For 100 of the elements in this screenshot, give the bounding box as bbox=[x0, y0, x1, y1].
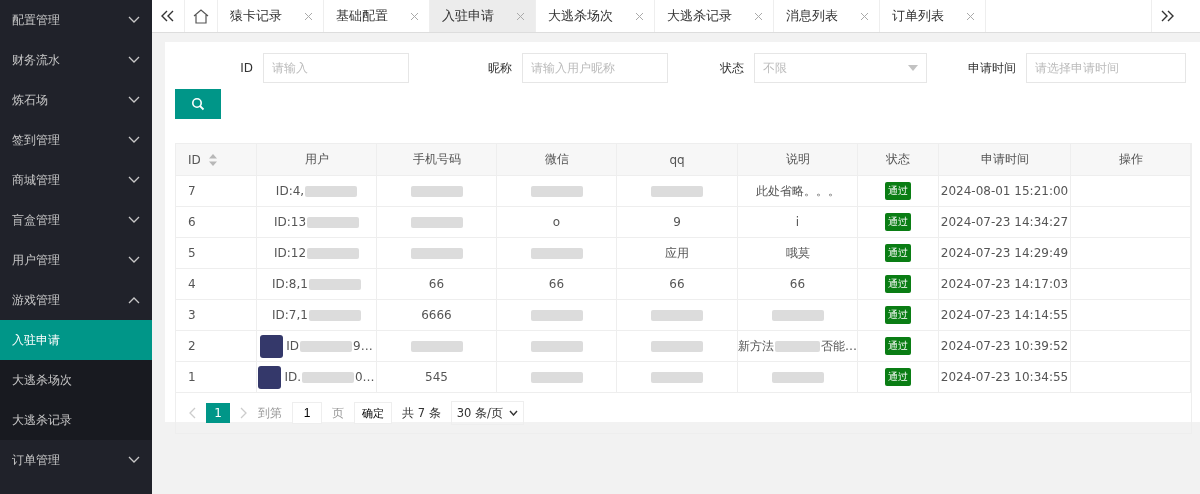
chevron-down-icon bbox=[128, 256, 140, 264]
page-input[interactable]: 1 bbox=[292, 402, 322, 424]
chevron-up-icon bbox=[128, 296, 140, 304]
blurred-text bbox=[301, 371, 354, 383]
sidebar-item[interactable]: 商城管理 bbox=[0, 160, 152, 200]
status-badge: 通过 bbox=[885, 306, 911, 324]
chevron-down-icon bbox=[128, 56, 140, 64]
tab[interactable]: 消息列表 bbox=[774, 0, 880, 32]
tab[interactable]: 大逃杀场次 bbox=[536, 0, 655, 32]
close-icon[interactable] bbox=[860, 11, 869, 21]
cell-text: 2024-07-23 14:29:49 bbox=[940, 246, 1069, 260]
cell-text: 2024-07-23 14:14:55 bbox=[940, 308, 1069, 322]
page-button[interactable]: 1 bbox=[206, 403, 230, 423]
sidebar-subitem[interactable]: 入驻申请 bbox=[0, 320, 152, 360]
blurred-text bbox=[308, 278, 361, 290]
status-badge: 通过 bbox=[885, 275, 911, 293]
cell-text: 否能… bbox=[821, 337, 857, 355]
status-badge: 通过 bbox=[885, 182, 911, 200]
search-icon bbox=[191, 97, 205, 111]
avatar-image bbox=[260, 334, 284, 358]
chevron-down-icon bbox=[128, 176, 140, 184]
close-icon[interactable] bbox=[516, 11, 525, 21]
cell-text: 2024-08-01 15:21:00 bbox=[940, 184, 1069, 198]
close-icon[interactable] bbox=[966, 11, 975, 21]
filter-input[interactable]: 请选择申请时间 bbox=[1026, 53, 1186, 83]
chevron-down-icon bbox=[128, 16, 140, 24]
chevron-down-icon bbox=[128, 216, 140, 224]
cell-text: 哦莫 bbox=[785, 244, 810, 262]
cell-text: ID. bbox=[284, 370, 301, 384]
cell-text: 9 bbox=[673, 215, 681, 229]
sidebar-item[interactable]: 用户管理 bbox=[0, 240, 152, 280]
cell-text: ID:8,1 bbox=[272, 277, 308, 291]
sidebar-item[interactable]: 签到管理 bbox=[0, 120, 152, 160]
sidebar-item[interactable]: 炼石场 bbox=[0, 80, 152, 120]
status-badge: 通过 bbox=[885, 213, 911, 231]
column-header: 手机号码 bbox=[377, 144, 497, 176]
page-unit-label: 页 bbox=[332, 404, 344, 422]
close-icon[interactable] bbox=[304, 11, 313, 21]
sidebar-subitem[interactable]: 大逃杀场次 bbox=[0, 360, 152, 400]
close-icon[interactable] bbox=[754, 11, 763, 21]
status-badge: 通过 bbox=[885, 244, 911, 262]
cell-text: 545 bbox=[425, 370, 448, 384]
blurred-text bbox=[651, 340, 703, 352]
cell-text: 66 bbox=[428, 277, 445, 291]
column-header: 状态 bbox=[858, 144, 939, 176]
blurred-text bbox=[305, 185, 358, 197]
column-header: qq bbox=[617, 144, 738, 176]
blurred-text bbox=[530, 340, 583, 352]
sidebar-subitem[interactable]: 大逃杀记录 bbox=[0, 400, 152, 440]
cell-text: ID:4, bbox=[275, 184, 305, 198]
home-icon bbox=[193, 8, 209, 24]
cell-text: 0… bbox=[354, 370, 375, 384]
cell-text: ID:7,1 bbox=[272, 308, 308, 322]
blurred-text bbox=[410, 340, 463, 352]
chevron-down-icon bbox=[128, 96, 140, 104]
filter-label: 申请时间 bbox=[968, 59, 1016, 77]
tab[interactable]: 猿卡记录 bbox=[218, 0, 324, 32]
blurred-text bbox=[771, 309, 824, 321]
tab[interactable]: 大逃杀记录 bbox=[655, 0, 774, 32]
filter-label: ID bbox=[240, 61, 253, 75]
blurred-text bbox=[307, 216, 360, 228]
previous-page-icon[interactable] bbox=[188, 407, 196, 419]
blurred-text bbox=[530, 309, 583, 321]
filter-input[interactable]: 请输入 bbox=[263, 53, 409, 83]
cell-text: 此处省略。。。 bbox=[755, 182, 840, 200]
cell-text: ID bbox=[286, 339, 300, 353]
sidebar-item[interactable]: 订单管理 bbox=[0, 440, 152, 480]
cell-text: 4 bbox=[188, 277, 196, 291]
cell-text: 5 bbox=[188, 246, 196, 260]
cell-text: 新方法 bbox=[738, 337, 774, 355]
tab[interactable]: 订单列表 bbox=[880, 0, 986, 32]
dropdown-caret-icon bbox=[908, 65, 918, 71]
chevron-down-icon bbox=[128, 136, 140, 144]
cell-text: 9… bbox=[353, 339, 373, 353]
close-icon[interactable] bbox=[635, 11, 644, 21]
confirm-button[interactable]: 确定 bbox=[354, 402, 392, 424]
cell-text: 7 bbox=[188, 184, 196, 198]
blurred-text bbox=[651, 309, 703, 321]
cell-text: o bbox=[552, 215, 561, 229]
page-size-select[interactable]: 30 条/页 bbox=[450, 401, 524, 425]
sort-icon[interactable] bbox=[208, 153, 217, 166]
search-button[interactable] bbox=[175, 89, 221, 119]
column-header: 微信 bbox=[497, 144, 617, 176]
column-header: 申请时间 bbox=[939, 144, 1071, 176]
blurred-text bbox=[771, 371, 824, 383]
close-icon[interactable] bbox=[410, 11, 419, 21]
filter-input[interactable]: 请输入用户昵称 bbox=[522, 53, 668, 83]
sidebar-item[interactable]: 游戏管理 bbox=[0, 280, 152, 320]
cell-text: 2024-07-23 10:34:55 bbox=[940, 370, 1069, 384]
cell-text: 2024-07-23 14:17:03 bbox=[940, 277, 1069, 291]
sidebar-item[interactable]: 盲盒管理 bbox=[0, 200, 152, 240]
cell-text: 6666 bbox=[421, 308, 452, 322]
blurred-text bbox=[410, 185, 463, 197]
sidebar-item[interactable]: 财务流水 bbox=[0, 40, 152, 80]
sidebar-item[interactable]: 配置管理 bbox=[0, 0, 152, 40]
tab[interactable]: 入驻申请 bbox=[430, 0, 536, 32]
next-page-icon[interactable] bbox=[240, 407, 248, 419]
cell-text: 2 bbox=[188, 339, 196, 353]
column-header: 用户 bbox=[257, 144, 377, 176]
blurred-text bbox=[410, 216, 463, 228]
